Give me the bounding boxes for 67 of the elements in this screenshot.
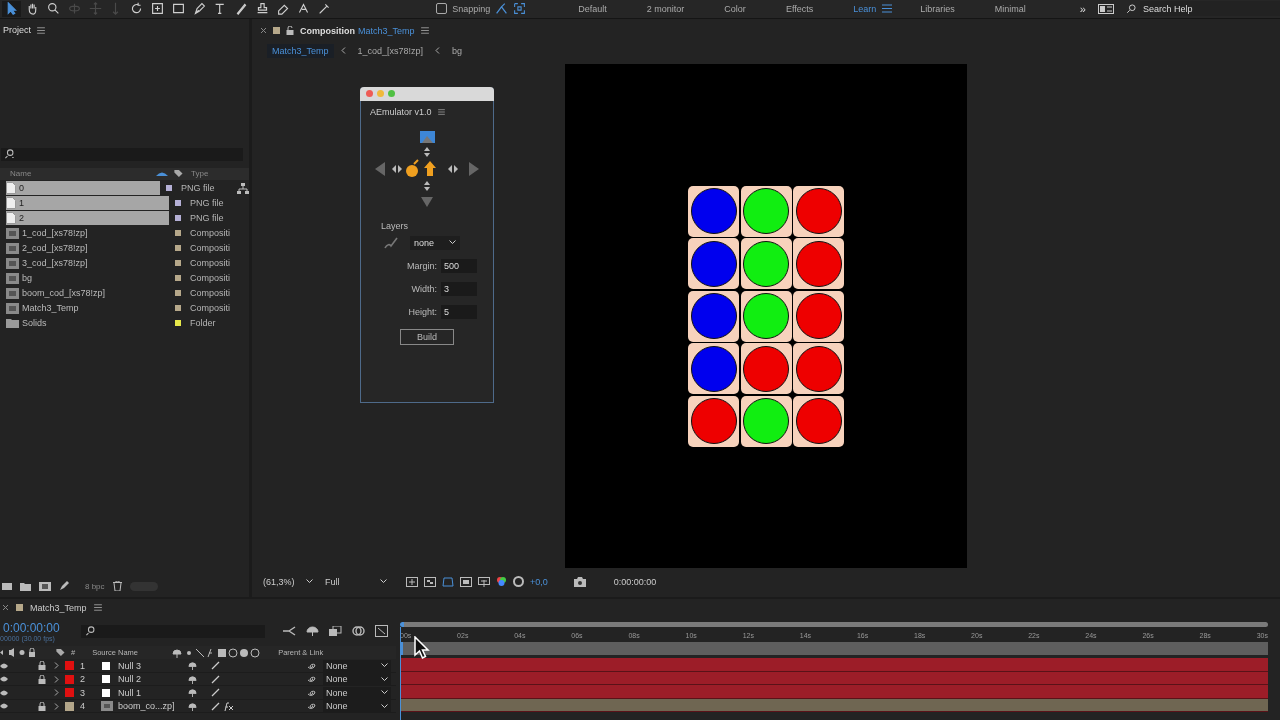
- overflow-button[interactable]: »: [1079, 2, 1086, 15]
- layer-name[interactable]: Null 1: [118, 687, 186, 698]
- file-type: Compositi: [190, 303, 231, 314]
- timecode[interactable]: 0:00:00:00: [613, 576, 657, 587]
- file-type: Compositi: [190, 228, 231, 239]
- project-item[interactable]: boom_cod_[xs78!zp]: [6, 286, 169, 301]
- bit-depth-button[interactable]: 8 bpc: [85, 581, 105, 591]
- layer-number: 4: [80, 701, 86, 712]
- file-type: Compositi: [190, 288, 231, 299]
- field-label: Height:: [408, 306, 437, 317]
- parent-dropdown[interactable]: None: [323, 673, 391, 686]
- breadcrumb[interactable]: bg: [447, 43, 468, 58]
- parent-dropdown[interactable]: None: [323, 686, 391, 699]
- layer-name[interactable]: Null 3: [118, 660, 186, 671]
- layer-number: 1: [80, 660, 86, 671]
- snapping-label: Snapping: [452, 3, 491, 14]
- project-item[interactable]: Solids: [6, 316, 169, 331]
- workspace-tab[interactable]: Libraries: [920, 3, 955, 14]
- breadcrumb[interactable]: 1_cod_[xs78!zp]: [352, 43, 429, 58]
- panel-title[interactable]: Composition: [300, 25, 355, 36]
- file-type: Compositi: [190, 258, 231, 269]
- project-item[interactable]: 2: [6, 211, 169, 226]
- parent-dropdown[interactable]: None: [323, 659, 391, 672]
- project-item[interactable]: bg: [6, 271, 169, 286]
- layer-number: 2: [80, 674, 86, 685]
- zoom-dropdown[interactable]: (61,3%): [260, 574, 316, 589]
- search-field[interactable]: Search Help: [1139, 1, 1280, 17]
- section-label: Layers: [381, 220, 409, 231]
- exposure-value[interactable]: +0,0: [530, 576, 548, 587]
- workspace-tab[interactable]: Minimal: [994, 3, 1026, 14]
- layer-name[interactable]: Null 2: [118, 674, 186, 685]
- panel-title: AEmulator v1.0: [370, 106, 432, 117]
- input-field[interactable]: 3: [441, 281, 477, 296]
- resolution-dropdown[interactable]: Full: [322, 574, 390, 589]
- field-label: Width:: [411, 283, 437, 294]
- parent-dropdown[interactable]: None: [323, 700, 391, 713]
- file-type: PNG file: [190, 213, 225, 224]
- project-item[interactable]: 0: [6, 181, 161, 196]
- file-type: Compositi: [190, 273, 231, 284]
- build-button[interactable]: Build: [400, 328, 454, 345]
- project-item[interactable]: 3_cod_[xs78!zp]: [6, 256, 169, 271]
- panel-title[interactable]: Project: [3, 25, 31, 36]
- project-item[interactable]: 2_cod_[xs78!zp]: [6, 241, 169, 256]
- input-field[interactable]: 500: [441, 258, 477, 273]
- project-item[interactable]: Match3_Temp: [6, 301, 169, 316]
- workspace-tab[interactable]: 2 monitor: [646, 3, 685, 14]
- layer-number: 3: [80, 687, 86, 698]
- timeline-tab[interactable]: Match3_Temp: [30, 602, 87, 613]
- file-type: PNG file: [190, 198, 225, 209]
- project-item[interactable]: 1_cod_[xs78!zp]: [6, 226, 169, 241]
- column-header[interactable]: Type: [191, 169, 209, 179]
- project-item[interactable]: 1: [6, 196, 169, 211]
- workspace-tab[interactable]: Learn: [853, 3, 877, 14]
- layer-dropdown[interactable]: none: [410, 235, 460, 250]
- workspace-tab[interactable]: Default: [578, 3, 607, 14]
- file-type: PNG file: [180, 183, 216, 194]
- field-label: Margin:: [407, 260, 437, 271]
- layer-name[interactable]: boom_co...zp]: [118, 701, 186, 712]
- file-type: Folder: [190, 318, 217, 329]
- file-type: Compositi: [190, 243, 231, 254]
- breadcrumb[interactable]: Match3_Temp: [267, 43, 334, 58]
- column-header[interactable]: Name: [10, 169, 156, 179]
- input-field[interactable]: 5: [441, 304, 477, 319]
- composition-name[interactable]: Match3_Temp: [358, 25, 415, 36]
- current-time[interactable]: 0:00:00:00: [3, 620, 71, 635]
- workspace-tab[interactable]: Effects: [785, 3, 814, 14]
- workspace-tab[interactable]: Color: [724, 3, 746, 14]
